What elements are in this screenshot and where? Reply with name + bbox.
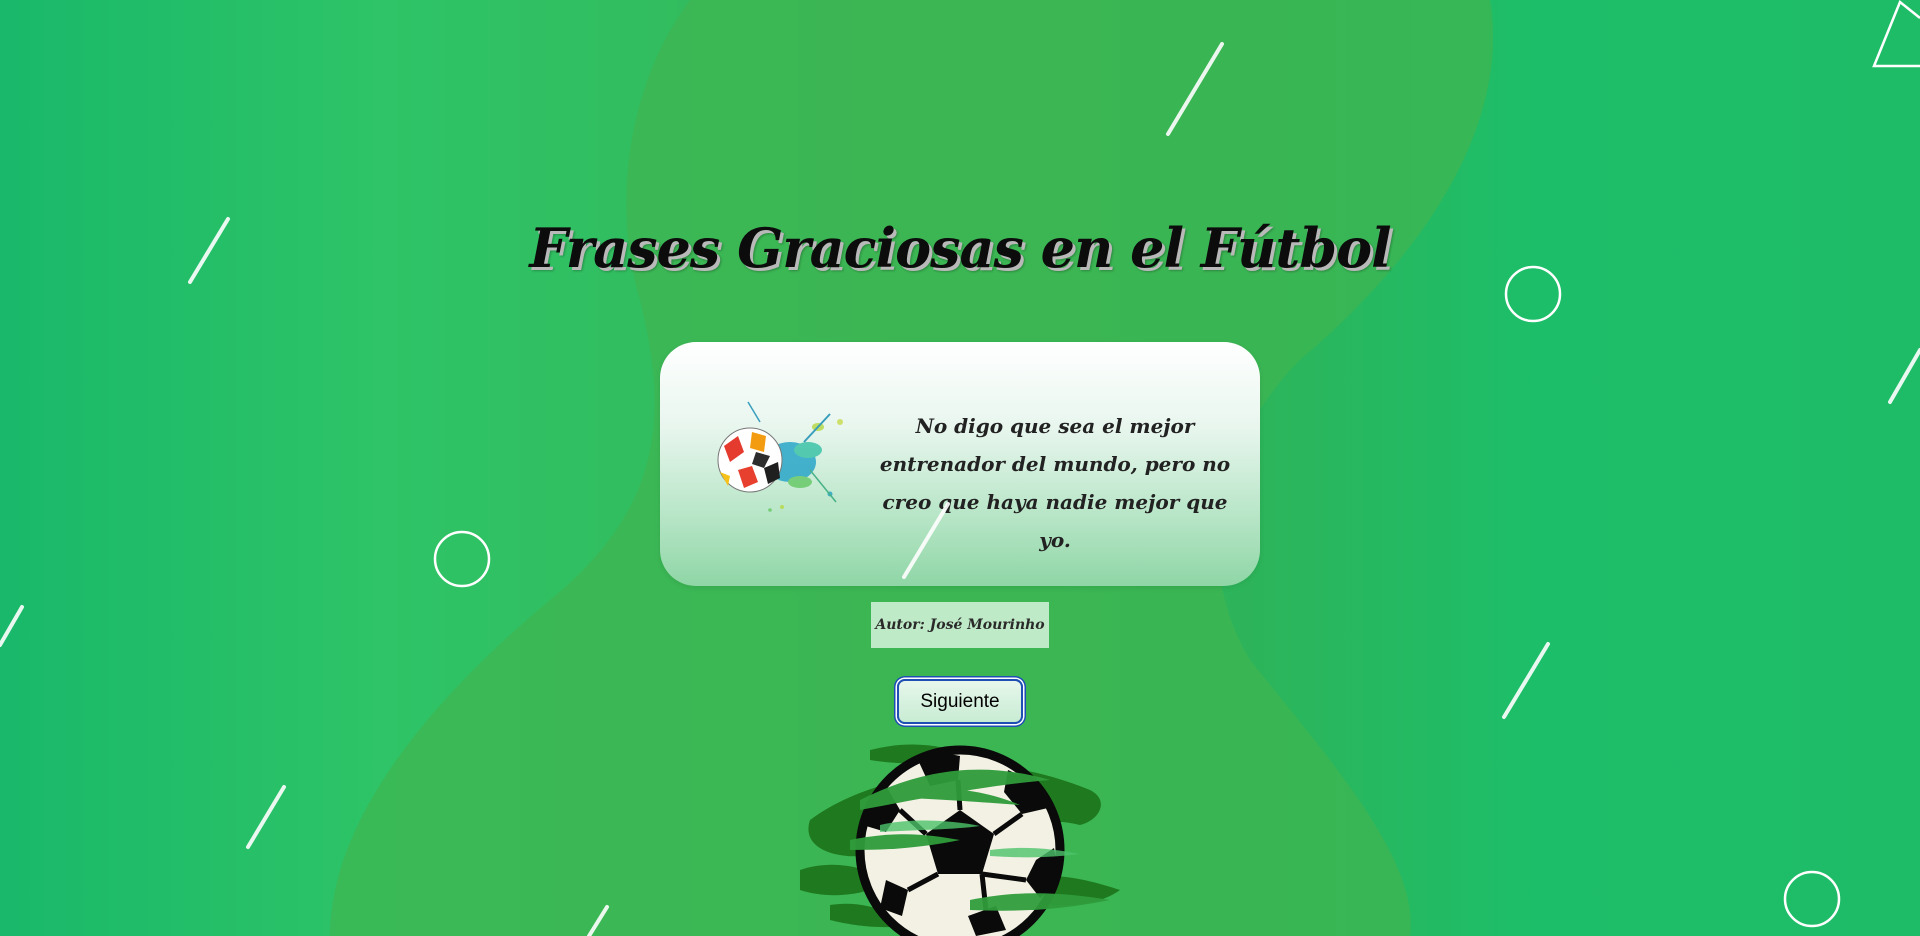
streak-line — [902, 502, 950, 579]
streak-line — [0, 605, 24, 647]
circle-icon — [1783, 870, 1841, 928]
soccer-ball-icon — [800, 744, 1120, 936]
streak-line — [1502, 642, 1550, 719]
quote-card: No digo que sea el mejor entrenador del … — [660, 342, 1260, 586]
splash-soccer-ball-icon — [717, 401, 843, 512]
page-title: Frases Graciosas en el Fútbol — [529, 216, 1391, 280]
streak-line — [246, 785, 286, 849]
author-label: Autor: José Mourinho — [871, 602, 1049, 648]
circle-icon — [433, 530, 491, 588]
triangle-icon — [1872, 0, 1920, 68]
next-button[interactable]: Siguiente — [897, 679, 1023, 724]
streak-line — [1888, 348, 1920, 404]
